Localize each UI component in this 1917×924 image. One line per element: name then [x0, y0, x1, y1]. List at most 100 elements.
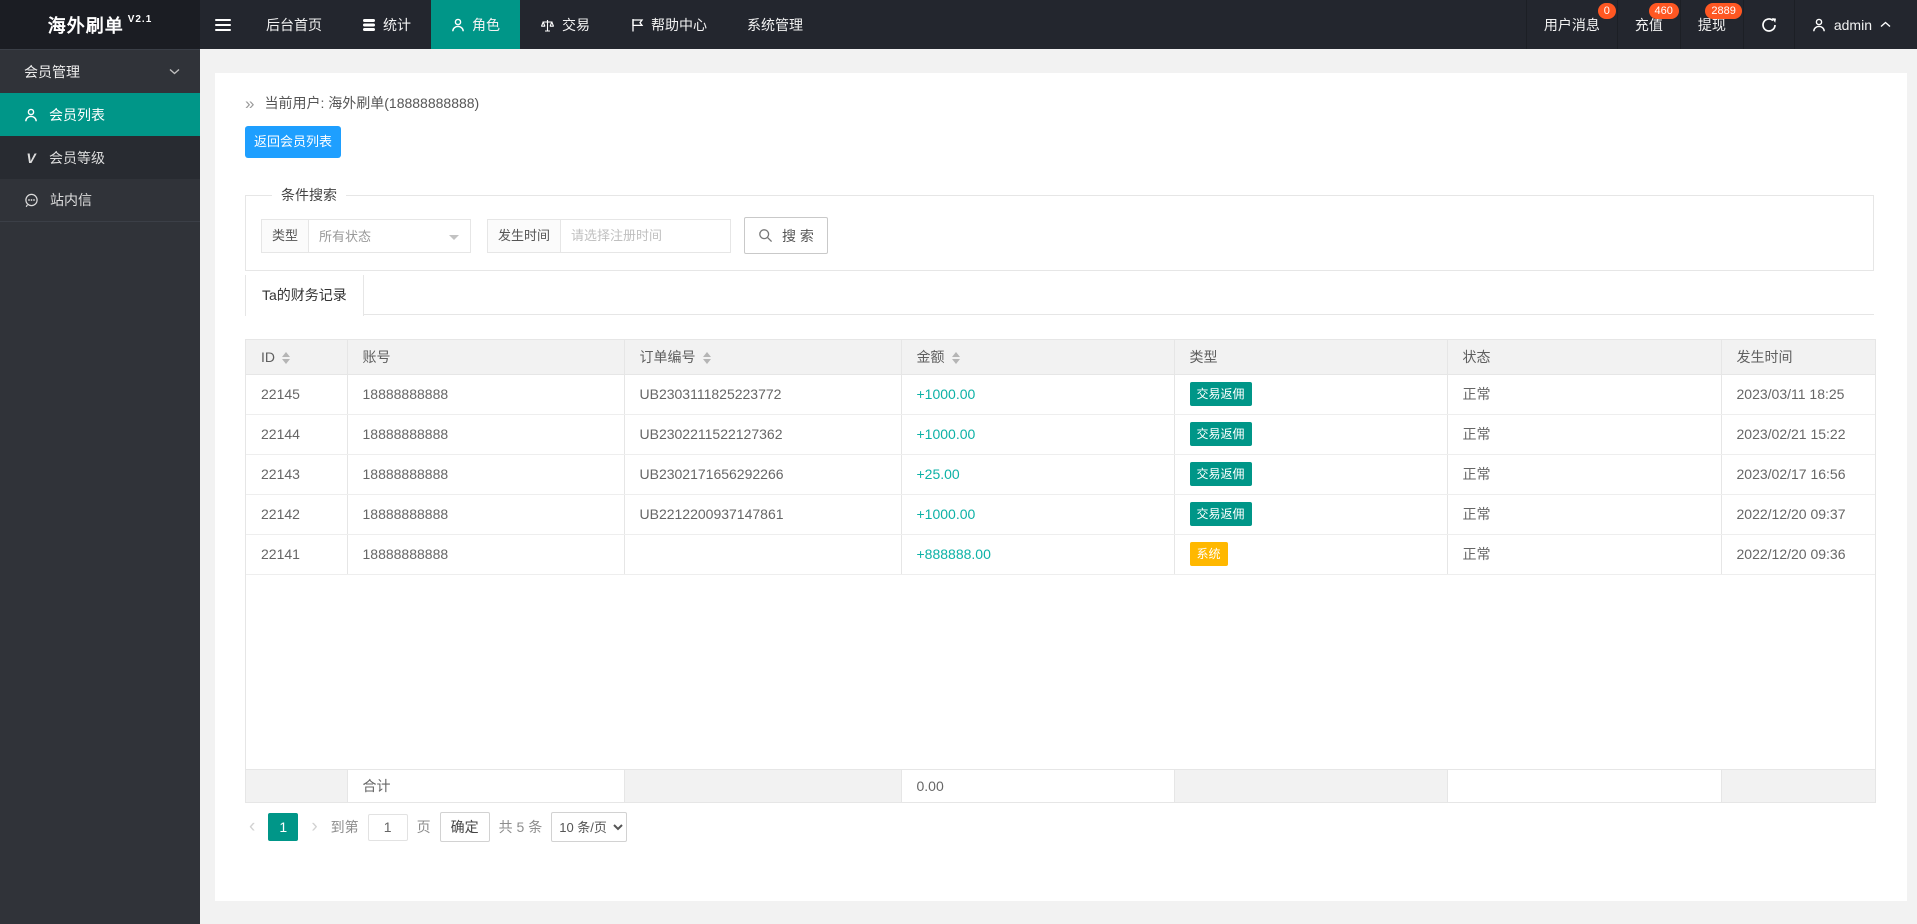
goto-unit-label: 页	[416, 819, 431, 835]
cell-type: 交易返佣	[1174, 454, 1448, 495]
nav-item-dashboard[interactable]: 后台首页	[246, 0, 342, 49]
type-select[interactable]: 所有状态	[308, 218, 472, 253]
breadcrumb: » 当前用户: 海外刷单(18888888888)	[245, 91, 1874, 115]
content-card: » 当前用户: 海外刷单(18888888888) 返回会员列表 条件搜索 类型…	[215, 73, 1907, 901]
sidebar-toggle-button[interactable]	[200, 0, 246, 49]
table-row: 22144 18888888888 UB2302211522127362 +10…	[246, 414, 1875, 455]
column-header-id[interactable]: ID	[246, 340, 348, 375]
sort-icon[interactable]	[282, 352, 290, 365]
nav-item-stats[interactable]: 统计	[342, 0, 431, 49]
type-label: 类型	[261, 218, 310, 253]
nav-item-role[interactable]: 角色	[431, 0, 520, 49]
totals-label: 合计	[347, 768, 625, 802]
cell-account: 18888888888	[347, 494, 625, 535]
cell-order-no: UB2212200937147861	[624, 494, 902, 535]
recharge-count-badge: 460	[1648, 3, 1679, 19]
goto-label: 到第	[330, 819, 359, 835]
person-icon	[24, 108, 38, 122]
finance-table: ID 账号 订单编号 金额 类型 状态 发生时间 22145 188888888…	[245, 339, 1876, 803]
column-header-account: 账号	[347, 340, 625, 375]
cell-time: 2023/02/21 15:22	[1721, 414, 1875, 455]
cell-order-no: UB2302171656292266	[624, 454, 902, 495]
totals-amount: 0.00	[901, 768, 1175, 802]
table-row: 22145 18888888888 UB2303111825223772 +10…	[246, 374, 1875, 415]
nav-item-trade[interactable]: 交易	[520, 0, 610, 49]
next-page-button[interactable]: ›	[307, 816, 321, 838]
search-legend: 条件搜索	[281, 187, 337, 203]
sidebar-item-site-mail[interactable]: 站内信	[0, 179, 200, 222]
scales-icon	[540, 18, 555, 32]
type-badge: 交易返佣	[1189, 422, 1252, 446]
cell-type: 系统	[1174, 534, 1448, 575]
app-version: V2.1	[127, 14, 153, 25]
cell-order-no: UB2302211522127362	[624, 414, 902, 455]
tab-finance-records[interactable]: Ta的财务记录	[245, 275, 364, 316]
sort-icon[interactable]	[702, 352, 711, 365]
cell-account: 18888888888	[347, 454, 625, 495]
totals-row: 合计 0.00	[246, 768, 1875, 802]
table-empty-area	[246, 574, 1875, 769]
messages-count-badge: 0	[1597, 3, 1616, 19]
select-dropdown-icon	[449, 234, 460, 245]
column-header-status: 状态	[1447, 340, 1722, 375]
search-fieldset: 条件搜索 类型 所有状态 发生时间 搜 索	[245, 185, 1874, 271]
caret-up-icon	[1880, 21, 1891, 28]
current-page-button[interactable]: 1	[268, 813, 299, 841]
cell-amount: +1000.00	[901, 414, 1175, 455]
cell-id: 22142	[246, 494, 348, 535]
sidebar-item-member-level[interactable]: V 会员等级	[0, 136, 200, 179]
confirm-page-button[interactable]: 确定	[439, 812, 490, 842]
time-input[interactable]	[560, 218, 732, 253]
user-menu[interactable]: admin	[1793, 0, 1917, 49]
refresh-button[interactable]	[1742, 0, 1794, 49]
cell-account: 18888888888	[347, 374, 625, 415]
sidebar-group-member-management[interactable]: 会员管理	[0, 50, 200, 93]
cell-amount: +888888.00	[901, 534, 1175, 575]
cell-status: 正常	[1447, 374, 1722, 415]
cell-type: 交易返佣	[1174, 374, 1448, 415]
cell-status: 正常	[1447, 494, 1722, 535]
cell-status: 正常	[1447, 414, 1722, 455]
cell-account: 18888888888	[347, 414, 625, 455]
cell-amount: +1000.00	[901, 494, 1175, 535]
table-header-row: ID 账号 订单编号 金额 类型 状态 发生时间	[246, 340, 1875, 375]
refresh-icon	[1761, 17, 1777, 33]
total-count-label: 共 5 条	[498, 819, 543, 835]
cell-type: 交易返佣	[1174, 414, 1448, 455]
message-bubble-icon	[24, 193, 39, 208]
back-to-member-list-button[interactable]: 返回会员列表	[245, 126, 342, 158]
cell-type: 交易返佣	[1174, 494, 1448, 535]
search-button[interactable]: 搜 索	[744, 217, 828, 254]
nav-item-help[interactable]: 帮助中心	[610, 0, 727, 49]
sidebar: 会员管理 会员列表 V 会员等级 站内信	[0, 49, 200, 924]
cell-id: 22144	[246, 414, 348, 455]
sort-icon[interactable]	[951, 352, 960, 365]
sidebar-item-member-list[interactable]: 会员列表	[0, 93, 200, 136]
top-navbar: 海外刷单 V2.1 后台首页 统计 角色 交易 帮助中心 系统管理 用户消息 0…	[0, 0, 1917, 49]
column-header-type: 类型	[1174, 340, 1448, 375]
prev-page-button[interactable]: ‹	[245, 816, 259, 838]
flag-icon	[630, 18, 644, 32]
cell-id: 22143	[246, 454, 348, 495]
cell-status: 正常	[1447, 534, 1722, 575]
nav-item-user-messages[interactable]: 用户消息 0	[1525, 0, 1617, 49]
person-icon	[451, 18, 465, 32]
cell-time: 2022/12/20 09:37	[1721, 494, 1875, 535]
cell-id: 22141	[246, 534, 348, 575]
type-badge: 系统	[1189, 542, 1228, 566]
breadcrumb-current-user: 当前用户: 海外刷单(18888888888)	[264, 95, 480, 111]
user-avatar-icon	[1812, 18, 1826, 32]
finance-table-grid: ID 账号 订单编号 金额 类型 状态 发生时间 22145 188888888…	[246, 340, 1875, 575]
nav-item-system[interactable]: 系统管理	[727, 0, 823, 49]
nav-item-withdraw[interactable]: 提现 2889	[1679, 0, 1743, 49]
page-size-select[interactable]: 10 条/页	[551, 812, 628, 842]
goto-page-input[interactable]	[367, 813, 408, 841]
table-row: 22141 18888888888 +888888.00 系统 正常 2022/…	[246, 534, 1875, 575]
cell-time: 2023/03/11 18:25	[1721, 374, 1875, 415]
column-header-order-no[interactable]: 订单编号	[624, 340, 902, 375]
tab-bar: Ta的财务记录	[245, 275, 1874, 316]
cell-status: 正常	[1447, 454, 1722, 495]
column-header-amount[interactable]: 金额	[901, 340, 1175, 375]
nav-item-recharge[interactable]: 充值 460	[1616, 0, 1680, 49]
navbar-right: 用户消息 0 充值 460 提现 2889 admin	[1525, 0, 1917, 49]
